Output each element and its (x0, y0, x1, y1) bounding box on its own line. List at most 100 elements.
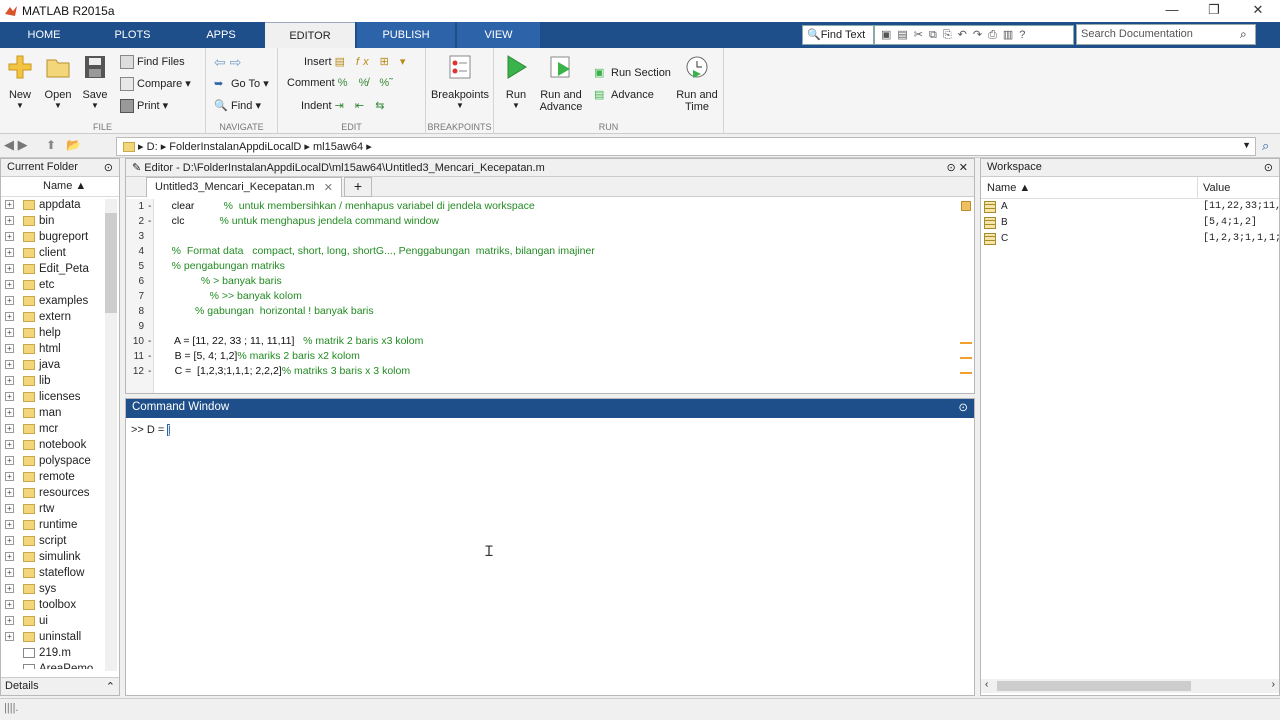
expand-icon[interactable]: + (5, 568, 14, 577)
go-to-button[interactable]: ➥ Go To ▾ (214, 77, 269, 91)
find-button[interactable]: 🔍 Find ▾ (214, 99, 261, 113)
expand-icon[interactable]: + (5, 536, 14, 545)
file-item[interactable]: AreaPemo... (1, 661, 119, 669)
expand-icon[interactable]: + (5, 328, 14, 337)
expand-icon[interactable]: + (5, 424, 14, 433)
expand-icon[interactable]: + (5, 232, 14, 241)
folder-item[interactable]: + remote (1, 469, 119, 485)
code-line[interactable]: 1- clear % untuk membersihkan / menhapus… (128, 199, 958, 214)
close-button[interactable]: ✕ (1236, 0, 1280, 22)
code-line[interactable]: 6 % > banyak baris (128, 274, 958, 289)
warning-mark[interactable] (960, 342, 972, 344)
search-folder-icon[interactable]: ⌕ (1262, 138, 1269, 154)
command-input-text[interactable]: [ (167, 424, 171, 436)
code-line[interactable]: 2- clc % untuk menghapus jendela command… (128, 214, 958, 229)
folder-scrollbar[interactable] (105, 199, 117, 671)
panel-menu-icon[interactable]: ⊙ (1264, 161, 1273, 174)
folder-item[interactable]: + examples (1, 293, 119, 309)
expand-icon[interactable]: + (5, 280, 14, 289)
expand-icon[interactable]: + (5, 616, 14, 625)
expand-icon[interactable]: + (5, 200, 14, 209)
expand-icon[interactable]: + (5, 456, 14, 465)
folder-item[interactable]: + client (1, 245, 119, 261)
code-area[interactable]: 1- clear % untuk membersihkan / menhapus… (128, 199, 958, 393)
workspace-variable-row[interactable]: B [5,4;1,2] (981, 215, 1279, 231)
code-line[interactable]: 10- A = [11, 22, 33 ; 11, 11,11] % matri… (128, 334, 958, 349)
run-section-button[interactable]: ▣ Run Section (594, 66, 671, 80)
restore-button[interactable]: ❐ (1192, 0, 1236, 22)
editor-close-icon[interactable]: ⊙ ✕ (947, 161, 969, 174)
folder-item[interactable]: + ui (1, 613, 119, 629)
folder-item[interactable]: + resources (1, 485, 119, 501)
panel-menu-icon[interactable]: ⊙ (104, 161, 113, 174)
editor-file-tab[interactable]: Untitled3_Mencari_Kecepatan.m ✕ (146, 177, 342, 197)
expand-icon[interactable]: + (5, 216, 14, 225)
save-button[interactable]: Save ▼ (80, 54, 110, 110)
expand-icon[interactable]: + (5, 632, 14, 641)
expand-icon[interactable]: + (5, 248, 14, 257)
folder-item[interactable]: + Edit_Peta (1, 261, 119, 277)
expand-icon[interactable]: + (5, 360, 14, 369)
tab-editor[interactable]: EDITOR (265, 22, 355, 48)
folder-item[interactable]: + etc (1, 277, 119, 293)
expand-icon[interactable]: + (5, 344, 14, 353)
tab-view[interactable]: VIEW (457, 22, 540, 48)
tab-plots[interactable]: PLOTS (88, 22, 177, 48)
tab-publish[interactable]: PUBLISH (357, 22, 455, 48)
path-segment[interactable]: FolderInstalanAppdiLocalD (169, 141, 301, 153)
browse-folder-icon[interactable]: 📂 (66, 138, 81, 152)
code-line[interactable]: 4 % Format data compact, short, long, sh… (128, 244, 958, 259)
folder-item[interactable]: + runtime (1, 517, 119, 533)
code-line[interactable]: 7 % >> banyak kolom (128, 289, 958, 304)
path-segment[interactable]: D: (147, 141, 158, 153)
expand-icon[interactable]: + (5, 392, 14, 401)
path-segment[interactable]: ml15aw64 (313, 141, 363, 153)
folder-item[interactable]: + sys (1, 581, 119, 597)
expand-icon[interactable]: + (5, 488, 14, 497)
tab-home[interactable]: HOME (0, 22, 88, 48)
code-line[interactable]: 9 (128, 319, 958, 334)
folder-item[interactable]: + licenses (1, 389, 119, 405)
name-column-header[interactable]: Name ▲ (1, 177, 119, 197)
quick-access-toolbar[interactable]: ▣▤✂⧉⎘↶↷⎙▥? (874, 25, 1074, 45)
nav-back-forward-icon[interactable]: ◀ ▶ (4, 137, 28, 153)
code-line[interactable]: 8 % gabungan horizontal ! banyak baris (128, 304, 958, 319)
expand-icon[interactable]: + (5, 440, 14, 449)
code-line[interactable]: 12- C = [1,2,3;1,1,1; 2,2,2]% matriks 3 … (128, 364, 958, 379)
command-input-line[interactable]: >> D = [ (126, 418, 974, 442)
folder-item[interactable]: + appdata (1, 197, 119, 213)
warning-mark[interactable] (960, 357, 972, 359)
warning-indicator-icon[interactable] (961, 201, 971, 211)
folder-item[interactable]: + script (1, 533, 119, 549)
print-button[interactable]: Print ▾ (120, 99, 168, 114)
expand-icon[interactable]: + (5, 408, 14, 417)
folder-item[interactable]: + bugreport (1, 229, 119, 245)
run-button[interactable]: Run ▼ (500, 54, 532, 110)
workspace-value-column[interactable]: Value (1203, 182, 1230, 194)
file-item[interactable]: 219.m (1, 645, 119, 661)
expand-icon[interactable]: + (5, 312, 14, 321)
folder-item[interactable]: + lib (1, 373, 119, 389)
path-dropdown-icon[interactable]: ▼ (1242, 140, 1251, 150)
current-folder-path[interactable]: ▸ D: ▸ FolderInstalanAppdiLocalD ▸ ml15a… (116, 137, 1256, 156)
folder-item[interactable]: + extern (1, 309, 119, 325)
compare-button[interactable]: Compare ▾ (120, 77, 191, 92)
comment-button[interactable]: Comment % %̸ %̃ (287, 77, 393, 89)
folder-item[interactable]: + man (1, 405, 119, 421)
workspace-hscrollbar[interactable]: ‹ › (981, 679, 1279, 693)
expand-icon[interactable]: + (5, 552, 14, 561)
run-and-time-button[interactable]: Run and Time (672, 54, 722, 113)
new-button[interactable]: New ▼ (4, 54, 36, 110)
find-files-button[interactable]: Find Files (120, 55, 185, 69)
expand-icon[interactable]: + (5, 600, 14, 609)
warning-mark[interactable] (960, 372, 972, 374)
folder-item[interactable]: + notebook (1, 437, 119, 453)
up-folder-icon[interactable]: ⬆ (46, 138, 56, 152)
workspace-name-column[interactable]: Name ▲ (987, 182, 1030, 194)
folder-item[interactable]: + polyspace (1, 453, 119, 469)
insert-button[interactable]: Insert ▤ fx ⊞ ▾ (304, 55, 409, 68)
workspace-variable-row[interactable]: C [1,2,3;1,1,1; (981, 231, 1280, 247)
workspace-variable-row[interactable]: A [11,22,33;11, (981, 199, 1280, 215)
search-documentation-input[interactable]: Search Documentation (1076, 24, 1256, 45)
code-line[interactable]: 11- B = [5, 4; 1,2]% mariks 2 baris x2 k… (128, 349, 958, 364)
